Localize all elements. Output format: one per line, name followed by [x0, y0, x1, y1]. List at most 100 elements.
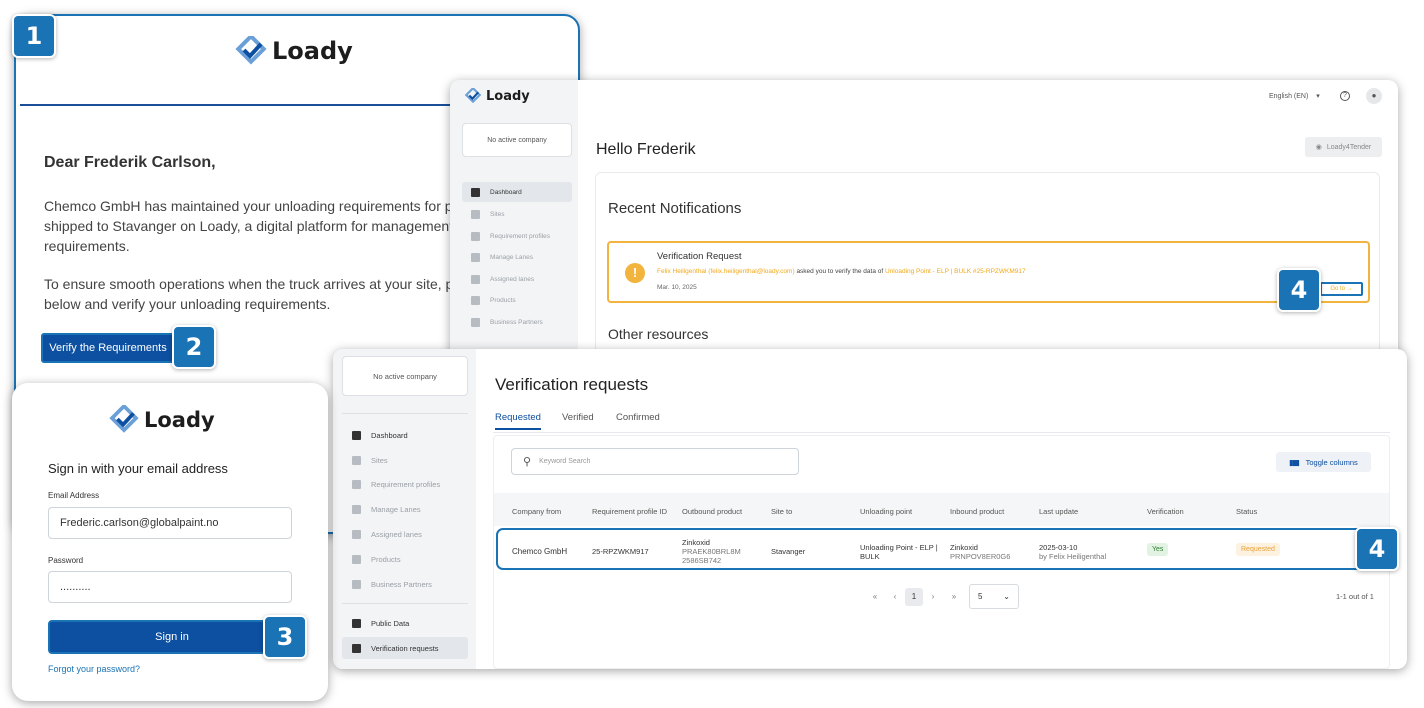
brand-name: Loady — [272, 37, 353, 65]
cell-site-to: Stavanger — [771, 547, 806, 556]
notification-card[interactable]: ! Verification Request Felix Heiligentha… — [607, 241, 1370, 303]
email-field[interactable]: Frederic.carlson@globalpaint.no — [48, 507, 292, 539]
notification-title: Verification Request — [657, 251, 742, 262]
notification-text: asked you to verify the data of — [796, 268, 884, 275]
sidebar-item-label: Requirement profiles — [490, 232, 550, 240]
cell-last-update: 2025-03-10 by Felix Heiligenthal — [1039, 543, 1106, 561]
table-row[interactable]: Chemco GmbH 25-RPZWKM917 Zinkoxid PRAEK8… — [496, 528, 1398, 570]
pagination-count: 1-1 out of 1 — [1336, 592, 1374, 601]
notification-date: Mar. 10, 2025 — [657, 284, 697, 291]
company-selector[interactable]: No active company — [462, 123, 572, 157]
sidebar-item-products[interactable]: Products — [462, 290, 572, 312]
verification-badge: Yes — [1147, 543, 1169, 556]
tab-requested[interactable]: Requested — [495, 412, 541, 430]
verification-card: No active company Dashboard Sites Requir… — [333, 349, 1407, 669]
step-badge-3: 3 — [263, 615, 307, 659]
last-page-button[interactable]: » — [943, 592, 965, 601]
sidebar-item-label: Requirement profiles — [371, 480, 441, 490]
sites-icon — [352, 455, 361, 465]
document-icon — [471, 231, 480, 241]
sidebar-item-label: Products — [490, 297, 516, 305]
column-header-company-from: Company from — [512, 507, 562, 516]
sidebar-item-label: Manage Lanes — [490, 254, 534, 262]
sidebar-item-sites[interactable]: Sites — [462, 204, 572, 226]
sidebar-item-business-partners[interactable]: Business Partners — [462, 312, 572, 334]
notification-message: Felix Heiligenthal (felix.heiligenthal@l… — [657, 268, 1026, 275]
verification-sidebar-nav: Dashboard Sites Requirement profiles Man… — [342, 423, 468, 597]
cell-unloading-point: Unloading Point - ELP | BULK — [860, 543, 938, 561]
cell-requirement-profile-id: 25-RPZWKM917 — [592, 547, 649, 556]
column-header-site-to: Site to — [771, 507, 793, 516]
dashboard-sidebar-nav: Dashboard Sites Requirement profiles Man… — [462, 182, 572, 333]
loady4tender-button[interactable]: ◉ Loady4Tender — [1305, 137, 1382, 157]
step-badge-2: 2 — [172, 325, 216, 369]
flask-icon — [471, 296, 480, 306]
email-paragraph-2: To ensure smooth operations when the tru… — [44, 276, 465, 312]
toggle-columns-button[interactable]: ▮▮▮ Toggle columns — [1276, 452, 1371, 472]
per-page-value: 5 — [978, 592, 983, 601]
sidebar-item-public-data[interactable]: Public Data — [342, 611, 468, 635]
page-number-button[interactable]: 1 — [905, 587, 923, 606]
email-greeting: Dear Frederik Carlson, — [44, 154, 216, 171]
lanes-icon — [471, 253, 480, 263]
search-placeholder: Keyword Search — [539, 458, 591, 465]
outbound-product-code: PRAEK80BRL8M — [682, 547, 741, 556]
sidebar-item-dashboard[interactable]: Dashboard — [342, 423, 468, 448]
brand-name: Loady — [144, 408, 215, 432]
notification-sender-link[interactable]: Felix Heiligenthal (felix.heiligenthal@l… — [657, 268, 795, 275]
sidebar-item-manage-lanes[interactable]: Manage Lanes — [462, 247, 572, 269]
company-selector[interactable]: No active company — [342, 356, 468, 396]
signin-title: Sign in with your email address — [48, 461, 228, 476]
toggle-columns-label: Toggle columns — [1305, 457, 1358, 467]
dashboard-icon — [471, 187, 480, 197]
sidebar-divider — [342, 603, 468, 604]
sidebar-item-manage-lanes[interactable]: Manage Lanes — [342, 497, 468, 522]
prev-page-button[interactable]: ‹ — [885, 592, 905, 601]
dashboard-logo: Loady — [464, 88, 530, 104]
tab-confirmed[interactable]: Confirmed — [616, 412, 660, 423]
language-label: English (EN) — [1269, 93, 1309, 100]
column-header-verification: Verification — [1147, 507, 1184, 516]
go-to-button[interactable]: Go to → — [1320, 282, 1363, 296]
building-icon — [352, 579, 361, 589]
column-header-inbound-product: Inbound product — [950, 507, 1005, 516]
sidebar-item-sites[interactable]: Sites — [342, 448, 468, 473]
help-icon[interactable]: ? — [1340, 91, 1350, 101]
per-page-select[interactable]: 5 ⌄ — [969, 584, 1019, 609]
user-plus-icon — [352, 530, 361, 540]
brand-name: Loady — [486, 88, 530, 104]
sidebar-item-label: Dashboard — [490, 188, 522, 196]
sidebar-item-label: Verification requests — [371, 643, 439, 653]
language-selector[interactable]: English (EN) ▾ — [1269, 92, 1320, 100]
verify-requirements-button[interactable]: Verify the Requirements — [41, 333, 175, 363]
sidebar-item-dashboard[interactable]: Dashboard — [462, 182, 572, 202]
sidebar-item-requirement-profiles[interactable]: Requirement profiles — [462, 226, 572, 248]
loady4tender-label: Loady4Tender — [1326, 143, 1372, 151]
page-title: Hello Frederik — [596, 141, 696, 158]
inbound-product-code: PRNPOV8ER0G6 — [950, 552, 1011, 561]
sidebar-item-requirement-profiles[interactable]: Requirement profiles — [342, 473, 468, 498]
tab-verified[interactable]: Verified — [562, 412, 594, 423]
unloading-point-type: BULK — [860, 552, 880, 561]
search-input[interactable]: ⚲ Keyword Search — [511, 448, 799, 475]
sidebar-item-assigned-lanes[interactable]: Assigned lanes — [462, 269, 572, 291]
sidebar-item-business-partners[interactable]: Business Partners — [342, 572, 468, 597]
forgot-password-link[interactable]: Forgot your password? — [48, 664, 140, 674]
notification-unloading-point-link[interactable]: Unloading Point - ELP | BULK #25-RPZWKM9… — [885, 268, 1026, 275]
sidebar-item-label: Sites — [490, 211, 505, 219]
sites-icon — [471, 210, 480, 220]
dashboard-icon — [352, 430, 361, 440]
sidebar-item-verification-requests[interactable]: Verification requests — [342, 637, 468, 659]
loady-logo-icon — [109, 405, 139, 433]
user-avatar-icon[interactable]: ● — [1366, 88, 1382, 104]
password-field[interactable]: .......... — [48, 571, 292, 603]
next-page-button[interactable]: › — [923, 592, 943, 601]
lanes-icon — [352, 505, 361, 515]
sidebar-item-assigned-lanes[interactable]: Assigned lanes — [342, 522, 468, 547]
first-page-button[interactable]: « — [865, 592, 885, 601]
chevron-down-icon: ⌄ — [1003, 592, 1010, 601]
step-badge-4-row: 4 — [1355, 527, 1399, 571]
sign-in-button[interactable]: Sign in — [48, 620, 296, 654]
sidebar-item-products[interactable]: Products — [342, 547, 468, 572]
recent-notifications-title: Recent Notifications — [608, 200, 742, 217]
